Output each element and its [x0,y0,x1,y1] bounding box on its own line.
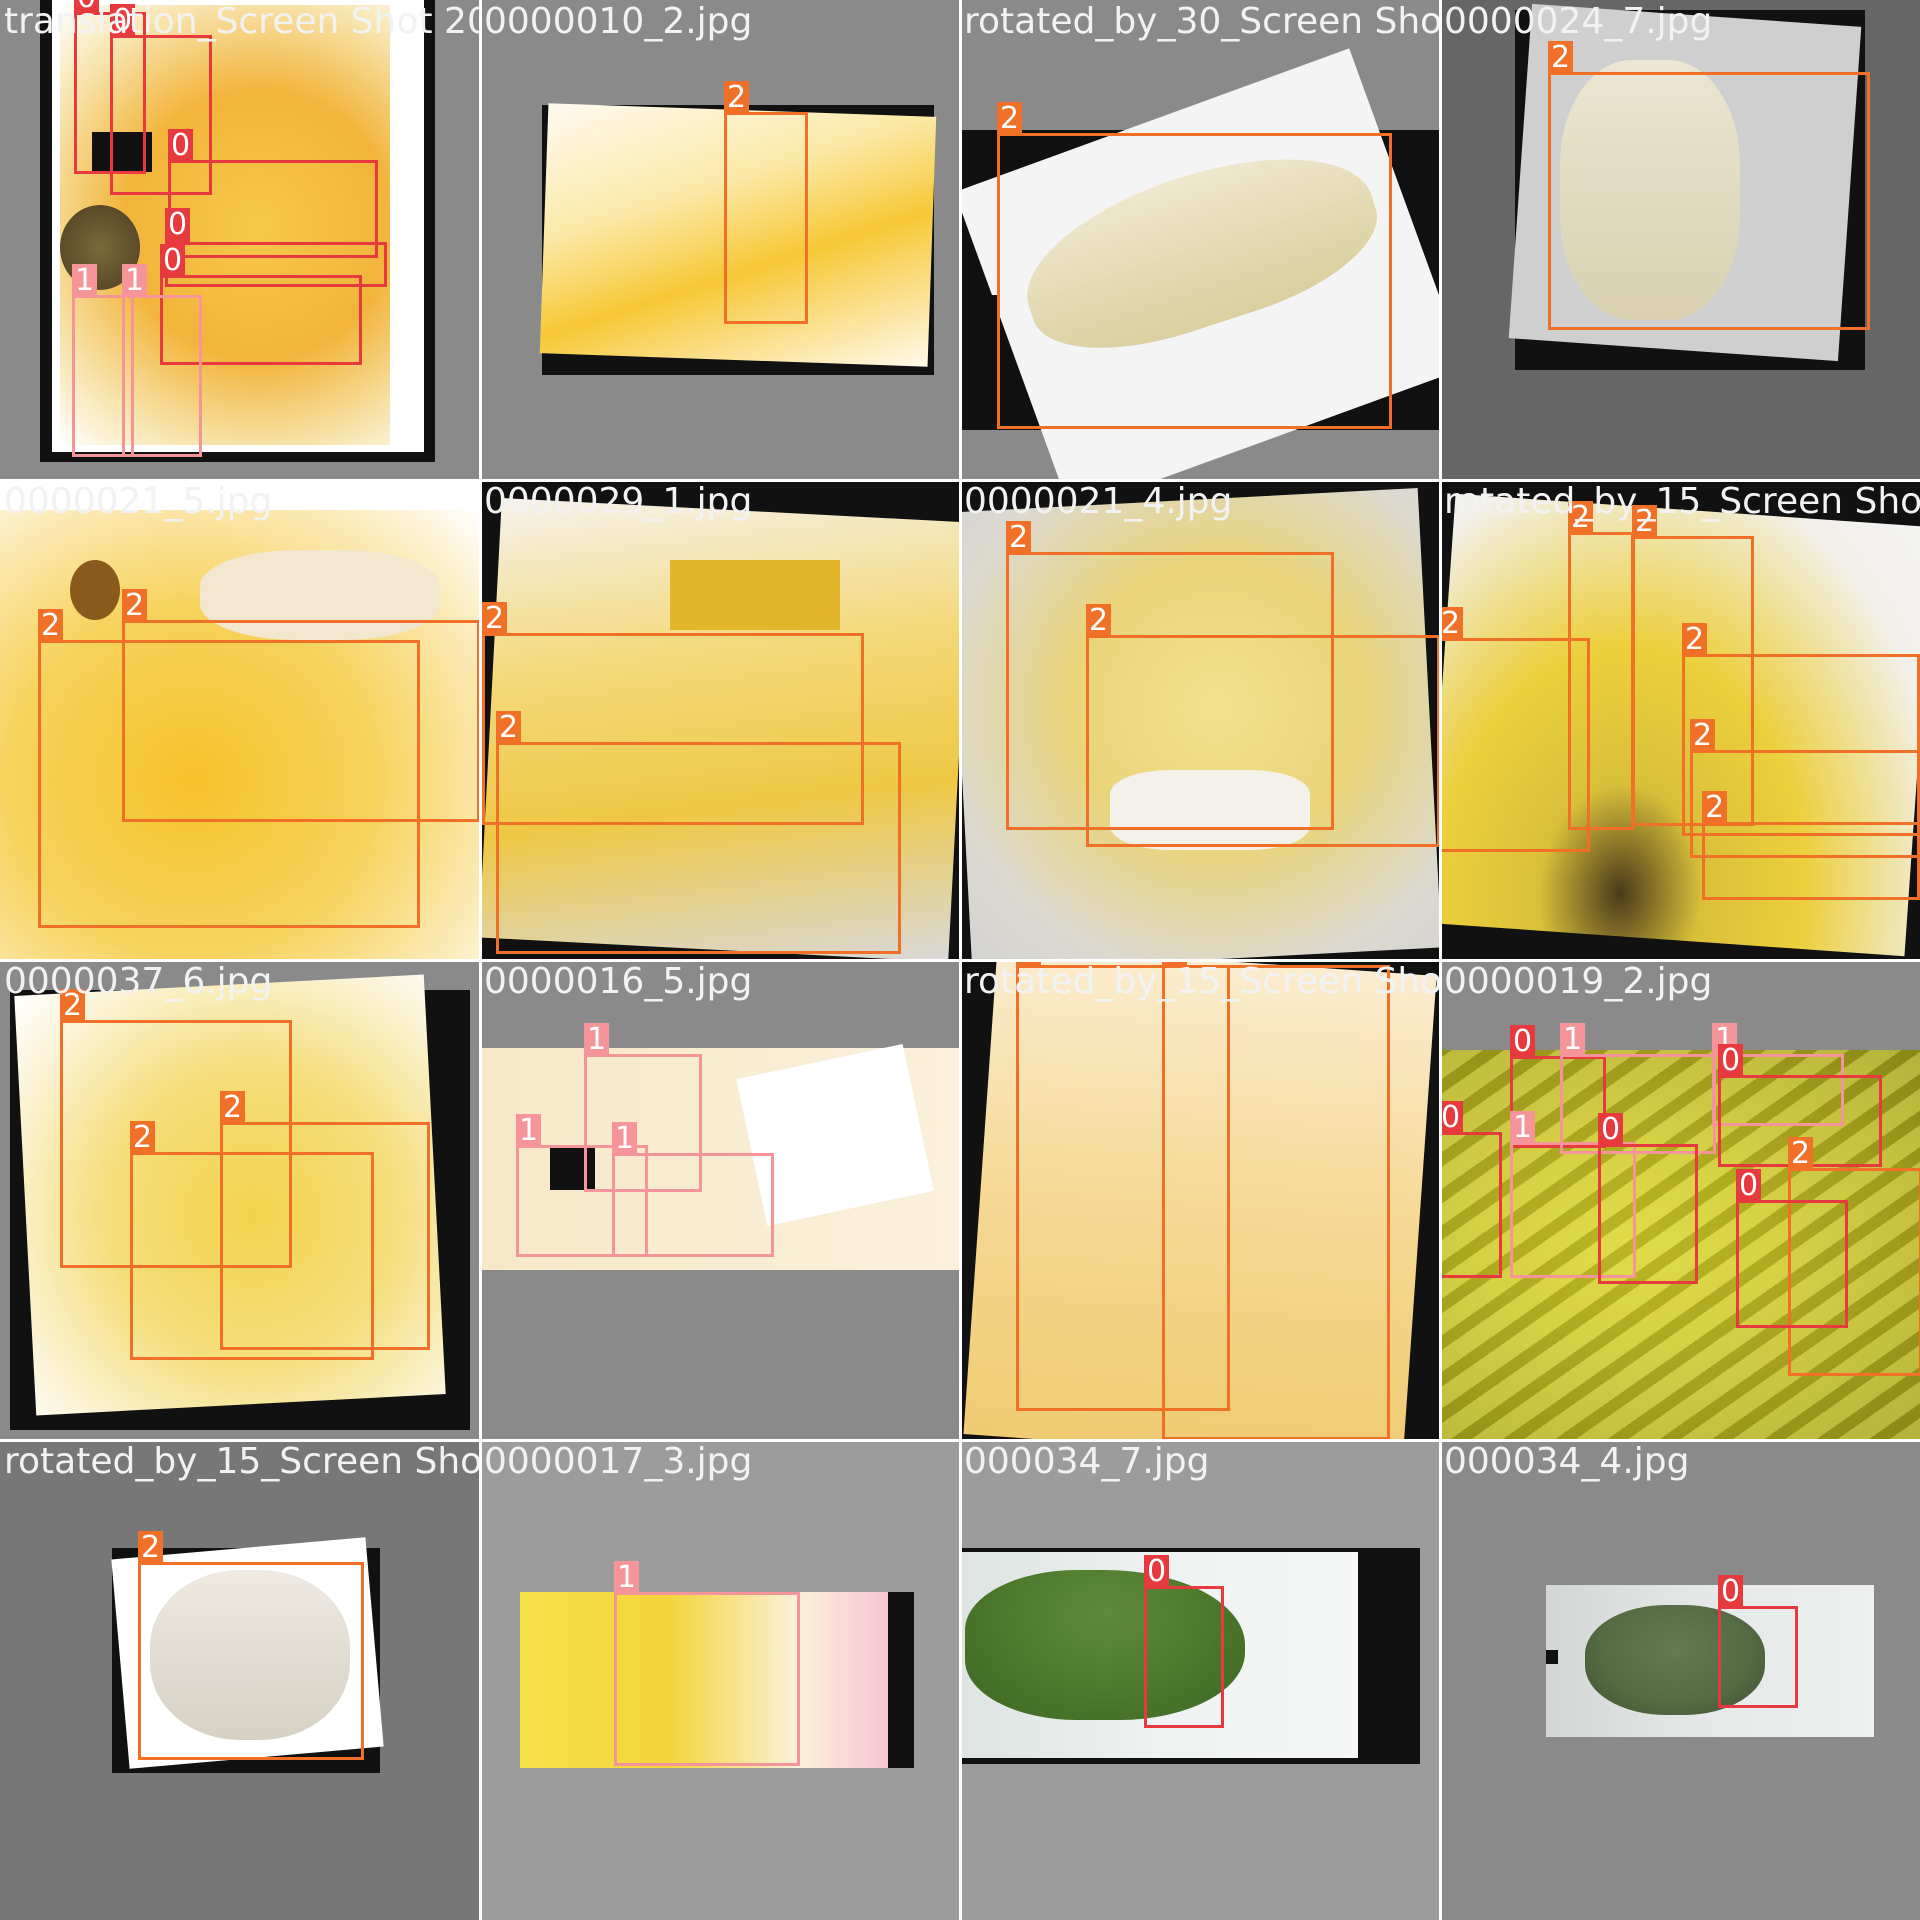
bbox-class-label: 1 [72,264,98,298]
bbox-class-label: 2 [122,589,148,623]
tile-5: 0000029_1.jpg 2 2 [480,480,960,960]
tile-11: 0000019_2.jpg 0 1 1 0 0 1 0 2 0 [1440,960,1920,1440]
bbox-class-label: 2 [138,1531,164,1565]
filename-label: 0000024_7.jpg [1444,1,1713,42]
filename-label: 0000010_2.jpg [484,1,753,42]
tile-15: 000034_4.jpg 0 [1440,1440,1920,1920]
bbox: 0 [165,205,205,245]
bbox-class-label: 0 [1440,1101,1464,1135]
grid-divider [0,1439,1920,1442]
bbox: 2 [1548,41,1870,330]
tile-8: 0000037_6.jpg 2 2 2 [0,960,480,1440]
tile-7: rotated_by_15_Screen Shot 2 2 2 2 2 2 [1440,480,1920,960]
tile-9: 0000016_5.jpg 1 1 1 [480,960,960,1440]
bbox-class-label: 2 [1690,719,1716,753]
bbox: 2 [1086,604,1440,847]
filename-label: rotated_by_30_Screen Shot 2018-06-12 at [964,1,1440,42]
bbox: 2 [138,1531,364,1760]
bbox-class-label: 0 [165,208,191,242]
bbox: 1 [612,1122,774,1257]
filename-label: 0000017_3.jpg [484,1441,753,1482]
bbox-class-label: 2 [496,711,522,745]
bbox: 2 [997,102,1392,429]
bbox-class-label: 0 [1736,1169,1762,1203]
bbox-class-label: 1 [612,1122,638,1156]
bbox: 1 [614,1561,800,1766]
bbox: 1 [122,264,202,457]
bbox: 2 [130,1121,374,1360]
filename-label: 000034_4.jpg [1444,1441,1690,1482]
bbox-class-label: 2 [997,102,1023,136]
bbox-class-label: 1 [614,1561,640,1595]
bbox-class-label: 2 [482,602,508,636]
bbox-class-label: 2 [1440,607,1464,641]
tile-0: translation_Screen Shot 2018-06-20 at 9 … [0,0,480,480]
bbox-class-label: 0 [1718,1575,1744,1609]
filename-label: 000034_7.jpg [964,1441,1210,1482]
bbox-class-label: 2 [1006,521,1032,555]
bbox: 2 [496,711,901,954]
bbox-class-label: 1 [1510,1111,1536,1145]
filename-label: rotated_by_15_Screen Shot [964,961,1440,1002]
grid-divider [0,479,1920,482]
grid-divider [0,959,1920,962]
bbox: 2 [1702,791,1920,900]
bbox-class-label: 2 [1682,623,1708,657]
bbox-class-label: 1 [516,1114,542,1148]
bbox-class-label: 0 [1718,1044,1744,1078]
bbox: 2 [1162,960,1390,1440]
bbox-class-label: 2 [1086,604,1112,638]
bbox-class-label: 2 [1548,41,1574,75]
bbox: 1 [1560,1023,1716,1154]
bbox-class-label: 1 [1560,1023,1586,1057]
filename-label: translation_Screen Shot 2018-06-20 at 9 [4,1,480,42]
filename-label: 0000037_6.jpg [4,961,273,1002]
bbox-class-label: 2 [724,81,750,115]
mosaic-grid: translation_Screen Shot 2018-06-20 at 9 … [0,0,1920,1920]
bbox-class-label: 2 [130,1121,156,1155]
bbox-class-label: 1 [584,1023,610,1057]
bbox-class-label: 1 [122,264,148,298]
bbox-class-label: 0 [168,129,194,163]
bbox: 2 [724,81,808,324]
bbox-class-label: 2 [1788,1137,1814,1171]
tile-10: rotated_by_15_Screen Shot 2 2 [960,960,1440,1440]
bbox-class-label: 0 [160,244,186,278]
tile-12: rotated_by_15_Screen Shot 2018-06-12 at … [0,1440,480,1920]
bbox: 2 [1440,607,1590,852]
bbox-class-label: 2 [220,1091,246,1125]
bbox-class-label: 2 [38,609,64,643]
tile-2: rotated_by_30_Screen Shot 2018-06-12 at … [960,0,1440,480]
bbox: 0 [1718,1575,1798,1708]
tile-14: 000034_7.jpg 0 [960,1440,1440,1920]
bbox-class-label: 0 [1598,1113,1624,1147]
filename-label: rotated_by_15_Screen Shot [1444,481,1920,522]
bbox-class-label: 0 [1510,1025,1536,1059]
bbox-class-label: 2 [1702,791,1728,825]
filename-label: 0000019_2.jpg [1444,961,1713,1002]
filename-label: 0000021_4.jpg [964,481,1233,522]
bbox-class-label: 0 [1144,1555,1170,1589]
bbox: 0 [1598,1113,1698,1284]
tile-3: 0000024_7.jpg 2 [1440,0,1920,480]
tile-4: 0000021_5.jpg 2 2 [0,480,480,960]
filename-label: 0000016_5.jpg [484,961,753,1002]
bbox: 0 [1144,1555,1224,1728]
bbox: 2 [122,589,480,822]
bbox: 0 [1736,1169,1848,1328]
filename-label: 0000021_5.jpg [4,481,273,522]
filename-label: rotated_by_15_Screen Shot 2018-06-12 at [4,1441,480,1482]
tile-6: 0000021_4.jpg 2 2 [960,480,1440,960]
tile-13: 0000017_3.jpg 1 [480,1440,960,1920]
filename-label: 0000029_1.jpg [484,481,753,522]
tile-1: 0000010_2.jpg 2 [480,0,960,480]
bbox: 0 [1440,1101,1502,1278]
